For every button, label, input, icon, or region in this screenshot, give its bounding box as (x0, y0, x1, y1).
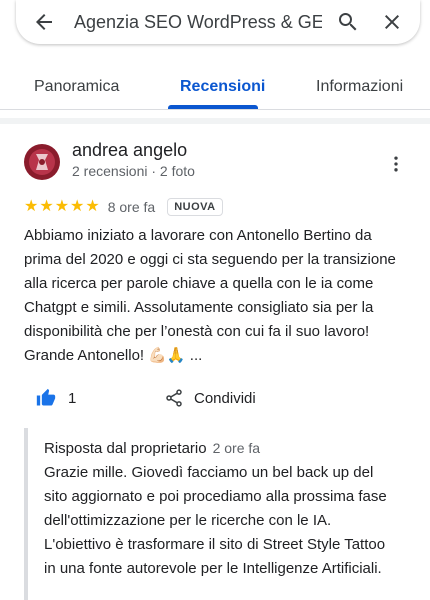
owner-reply-text: Grazie mille. Giovedì facciamo un bel ba… (44, 464, 387, 577)
owner-reply: Risposta dal proprietario 2 ore fa Grazie… (24, 428, 420, 600)
like-count: 1 (68, 389, 77, 407)
star-icon: ★ (70, 198, 85, 215)
owner-reply-title: Risposta dal proprietario (44, 440, 207, 457)
share-button[interactable]: Condividi (164, 386, 256, 410)
new-badge: NUOVA (167, 198, 223, 216)
tab-recensioni[interactable]: Recensioni (180, 78, 265, 96)
search-query[interactable]: Agenzia SEO WordPress & GE (74, 12, 322, 33)
search-button[interactable] (328, 2, 368, 42)
owner-reply-time: 2 ore fa (212, 440, 261, 456)
reviewer-meta: 2 recensioni · 2 foto (72, 163, 195, 179)
star-icon: ★ (24, 198, 39, 215)
more-options-button[interactable] (382, 150, 410, 178)
review-text: Abbiamo iniziato a lavorare con Antonell… (24, 227, 396, 364)
owner-reply-header: Risposta dal proprietario 2 ore fa (44, 440, 260, 458)
close-icon (385, 15, 399, 29)
review-time: 8 ore fa (107, 199, 156, 215)
more-vert-icon (394, 156, 398, 172)
like-button[interactable]: 1 (36, 386, 76, 410)
star-icon: ★ (39, 198, 54, 215)
share-icon (166, 389, 182, 407)
share-label: Condividi (194, 389, 256, 407)
active-tab-indicator (168, 105, 258, 109)
star-icon: ★ (54, 198, 70, 215)
close-button[interactable] (372, 2, 412, 42)
rating-row: ★ ★ ★ ★ ★ 8 ore fa NUOVA (24, 198, 223, 216)
tab-informazioni[interactable]: Informazioni (316, 78, 403, 96)
reviewer-name[interactable]: andrea angelo (72, 140, 187, 161)
back-arrow-icon (36, 14, 52, 30)
section-divider (0, 118, 430, 124)
avatar[interactable] (24, 144, 60, 180)
tab-bar: Panoramica Recensioni Informazioni (0, 60, 430, 110)
search-icon (339, 13, 357, 31)
thumb-up-icon (36, 388, 56, 406)
back-button[interactable] (24, 2, 64, 42)
star-rating: ★ ★ ★ ★ ★ (24, 199, 100, 215)
reviewer-avatar-image (24, 144, 60, 180)
star-icon: ★ (85, 198, 100, 215)
tab-panoramica[interactable]: Panoramica (34, 78, 119, 96)
search-bar[interactable]: Agenzia SEO WordPress & GE (16, 0, 420, 44)
